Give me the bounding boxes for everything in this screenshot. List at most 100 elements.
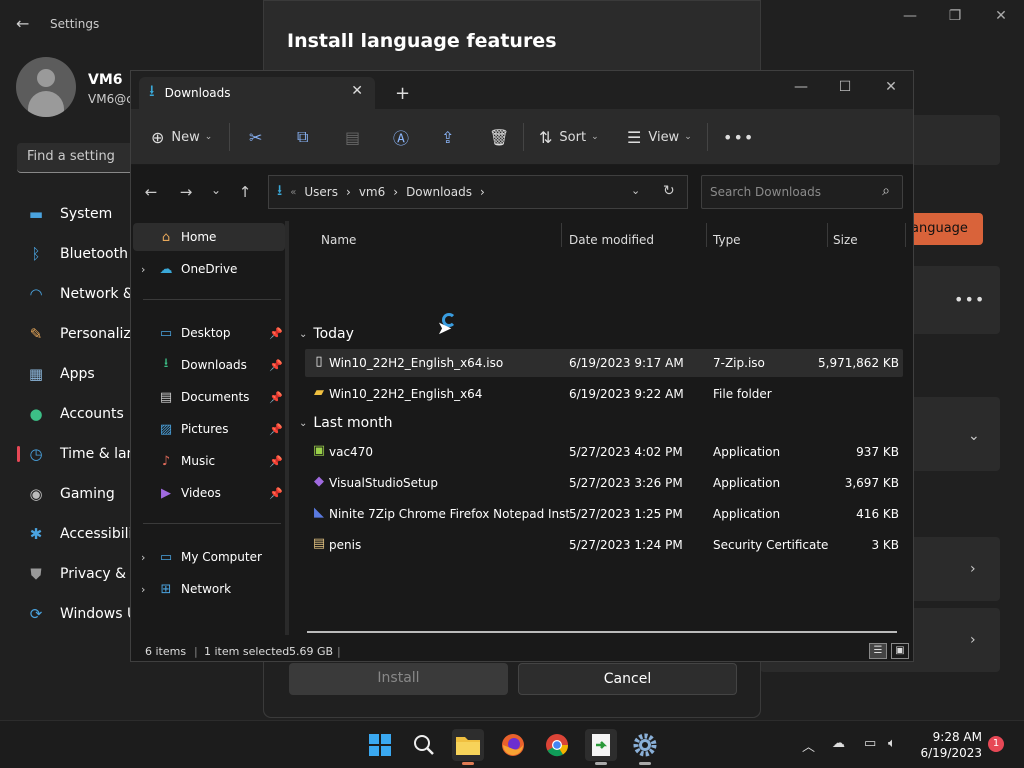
pin-icon[interactable]: 📌 [269,327,283,340]
close-icon[interactable]: ✕ [879,79,903,95]
up-arrow-icon[interactable]: ↑ [235,183,255,201]
minimize-icon[interactable]: — [789,79,813,95]
new-button[interactable]: ⊕ New ⌄ [151,125,212,149]
share-button[interactable]: ⇪ [441,125,454,149]
breadcrumb-downloads[interactable]: Downloads [406,185,472,199]
file-row[interactable]: ▯ Win10_22H2_English_x64.iso 6/19/2023 9… [305,349,903,377]
file-row[interactable]: ▣ vac470 5/27/2023 4:02 PM Application 9… [305,438,903,466]
group-today[interactable]: ⌄ Today [299,326,354,342]
pin-icon[interactable]: 📌 [269,455,283,468]
cancel-button[interactable]: Cancel [518,663,737,695]
back-arrow-icon[interactable]: ← [16,14,29,33]
forward-arrow-icon[interactable]: → [176,183,196,201]
chrome-button[interactable] [541,729,573,761]
rename-button[interactable]: Ⓐ [393,125,409,149]
install-button[interactable]: Install [289,663,508,695]
refresh-icon[interactable]: ↻ [663,183,675,199]
nav-videos[interactable]: ▶ Videos 📌 [133,479,285,507]
pin-icon[interactable]: 📌 [269,359,283,372]
nav-home[interactable]: ⌂ Home [133,223,285,251]
nav-privacy[interactable]: ⛊Privacy & se [17,557,137,591]
search-icon[interactable]: ⌕ [882,183,890,199]
start-button[interactable] [364,729,396,761]
display-icon[interactable]: ▭ [864,736,876,751]
nav-bluetooth[interactable]: ᛒ Bluetooth & [17,237,137,271]
group-last-month[interactable]: ⌄ Last month [299,415,392,431]
add-language-button[interactable]: anguage [905,213,983,245]
address-dropdown-icon[interactable]: ⌄ [631,184,640,197]
avatar[interactable] [16,57,76,117]
nav-pane-scrollbar[interactable] [285,221,289,635]
horizontal-scrollbar[interactable] [307,631,897,633]
nav-network[interactable]: ◠ Network & [17,277,137,311]
details-view-icon[interactable]: ☰ [869,643,887,659]
column-size[interactable]: Size [833,233,858,247]
nav-network[interactable]: › ⊞ Network [133,575,285,603]
nav-music[interactable]: ♪ Music 📌 [133,447,285,475]
pin-icon[interactable]: 📌 [269,423,283,436]
more-button[interactable]: ••• [723,125,754,149]
file-row[interactable]: ◆ VisualStudioSetup 5/27/2023 3:26 PM Ap… [305,469,903,497]
nav-windows-update[interactable]: ⟳ Windows U [17,597,137,631]
expand-chevron-icon[interactable]: › [141,263,157,276]
search-button[interactable] [408,729,440,761]
pin-icon[interactable]: 📌 [269,391,283,404]
collapse-chevron-icon[interactable]: ⌄ [299,329,307,340]
pin-icon[interactable]: 📌 [269,487,283,500]
tiles-view-icon[interactable]: ▣ [891,643,909,659]
nav-gaming[interactable]: ◉ Gaming [17,477,137,511]
column-type[interactable]: Type [713,233,741,247]
expand-chevron-icon[interactable]: › [141,551,157,564]
nav-accessibility[interactable]: ✱Accessibility [17,517,137,551]
file-row[interactable]: ▤ penis 5/27/2023 1:24 PM Security Certi… [305,531,903,559]
chevron-down-icon[interactable]: ⌄ [968,428,980,444]
new-tab-icon[interactable]: + [395,83,410,104]
installer-app-button[interactable] [585,729,617,765]
address-bar[interactable]: ⭳ « Users › vm6 › Downloads › ⌄ ↻ [268,175,688,209]
sort-button[interactable]: ⇅ Sort ⌄ [539,125,599,149]
notification-badge[interactable]: 1 [988,736,1004,752]
nav-my-computer[interactable]: › ▭ My Computer [133,543,285,571]
network-offline-icon[interactable]: ☁ [832,736,845,751]
firefox-button[interactable] [497,729,529,761]
settings-app-button[interactable] [629,729,661,765]
close-icon[interactable]: ✕ [991,8,1011,24]
nav-downloads[interactable]: ⭳ Downloads 📌 [133,351,285,379]
file-explorer-button[interactable] [452,729,484,765]
search-box[interactable]: ⌕ [701,175,903,209]
tray-overflow-chevron-icon[interactable]: ︿ [802,736,815,755]
breadcrumb-users[interactable]: Users [304,185,338,199]
nav-system[interactable]: ▬ System [17,197,137,231]
back-arrow-icon[interactable]: ← [141,183,161,201]
copy-button[interactable]: ⧉ [297,125,308,149]
file-row[interactable]: ▰ Win10_22H2_English_x64 6/19/2023 9:22 … [305,380,903,408]
nav-accounts[interactable]: ● Accounts [17,397,137,431]
maximize-icon[interactable]: ❐ [945,8,965,24]
delete-button[interactable]: 🗑 [489,125,509,149]
tab-downloads[interactable]: ⭳ Downloads ✕ [139,77,375,109]
nav-personalization[interactable]: ✎ Personaliza [17,317,137,351]
find-setting-input[interactable]: Find a setting [17,143,137,173]
close-tab-icon[interactable]: ✕ [351,83,363,99]
expand-chevron-icon[interactable]: › [141,583,157,596]
nav-desktop[interactable]: ▭ Desktop 📌 [133,319,285,347]
view-button[interactable]: ☰ View ⌄ [627,125,692,149]
paste-button[interactable]: ▤ [345,125,360,149]
breadcrumb-vm6[interactable]: vm6 [359,185,385,199]
system-clock[interactable]: 9:28 AM 6/19/2023 [912,729,982,761]
volume-icon[interactable]: 🔈︎ [888,736,896,751]
file-row[interactable]: ◣ Ninite 7Zip Chrome Firefox Notepad Ins… [305,500,903,528]
nav-pictures[interactable]: ▨ Pictures 📌 [133,415,285,443]
column-date[interactable]: Date modified [569,233,654,247]
nav-documents[interactable]: ▤ Documents 📌 [133,383,285,411]
nav-time-language[interactable]: ◷ Time & lang [17,437,137,471]
minimize-icon[interactable]: — [900,8,920,24]
collapse-chevron-icon[interactable]: ⌄ [299,418,307,429]
recent-chevron-icon[interactable]: ⌄ [206,183,226,197]
cut-button[interactable]: ✂ [249,125,262,149]
search-input[interactable] [710,185,870,199]
column-name[interactable]: Name [321,233,356,247]
maximize-icon[interactable]: ☐ [833,79,857,95]
more-options-icon[interactable]: ••• [954,290,985,309]
nav-apps[interactable]: ▦ Apps [17,357,137,391]
